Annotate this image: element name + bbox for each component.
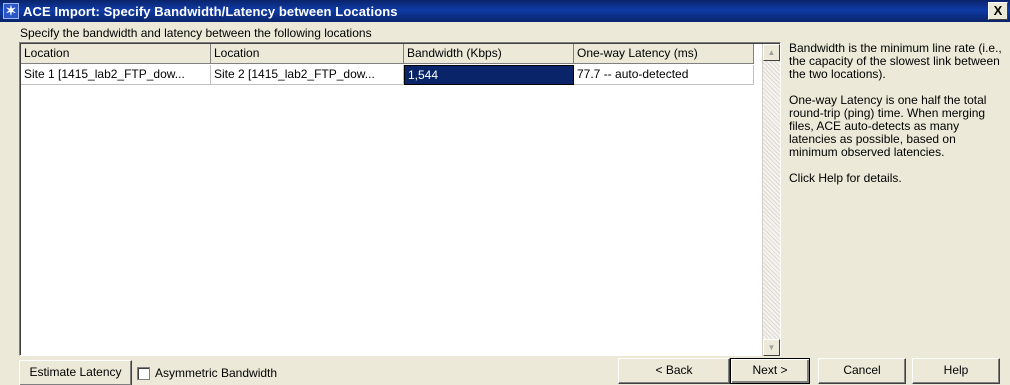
asymmetric-bandwidth-option[interactable]: Asymmetric Bandwidth (137, 366, 277, 380)
cell-location-a[interactable]: Site 1 [1415_lab2_FTP_dow... (21, 65, 211, 85)
grid-header: Location Location Bandwidth (Kbps) One-w… (21, 44, 754, 64)
scroll-down-icon[interactable]: ▼ (763, 339, 780, 356)
back-button[interactable]: < Back (618, 358, 730, 384)
scroll-up-icon[interactable]: ▲ (763, 44, 780, 61)
asymmetric-bandwidth-label[interactable]: Asymmetric Bandwidth (155, 366, 277, 380)
column-header-bandwidth[interactable]: Bandwidth (Kbps) (404, 44, 574, 64)
column-header-location-a[interactable]: Location (21, 44, 211, 64)
app-icon: ✶ (3, 3, 19, 19)
cell-bandwidth[interactable]: 1,544 (404, 65, 574, 85)
help-button[interactable]: Help (912, 358, 1000, 384)
estimate-latency-button[interactable]: Estimate Latency (19, 360, 132, 385)
title-bar: ✶ ACE Import: Specify Bandwidth/Latency … (0, 0, 1010, 22)
vertical-scrollbar[interactable]: ▲ ▼ (762, 44, 780, 356)
cancel-button[interactable]: Cancel (818, 358, 906, 384)
help-latency-text: One-way Latency is one half the total ro… (789, 93, 987, 159)
cell-latency[interactable]: 77.7 -- auto-detected (574, 65, 754, 85)
next-button[interactable]: Next > (730, 358, 810, 384)
column-header-location-b[interactable]: Location (211, 44, 404, 64)
column-header-latency[interactable]: One-way Latency (ms) (574, 44, 754, 64)
asymmetric-bandwidth-checkbox[interactable] (137, 366, 150, 380)
help-bandwidth-text: Bandwidth is the minimum line rate (i.e.… (789, 41, 1002, 81)
close-button[interactable]: X (988, 2, 1008, 20)
window-title: ACE Import: Specify Bandwidth/Latency be… (23, 3, 398, 19)
cell-location-b[interactable]: Site 2 [1415_lab2_FTP_dow... (211, 65, 404, 85)
instructions-text: Specify the bandwidth and latency betwee… (20, 26, 372, 40)
table-row[interactable]: Site 1 [1415_lab2_FTP_dow... Site 2 [141… (21, 65, 754, 85)
latency-grid: Location Location Bandwidth (Kbps) One-w… (19, 42, 781, 356)
help-panel: Bandwidth is the minimum line rate (i.e.… (789, 42, 1007, 198)
help-details-text: Click Help for details. (789, 171, 902, 185)
